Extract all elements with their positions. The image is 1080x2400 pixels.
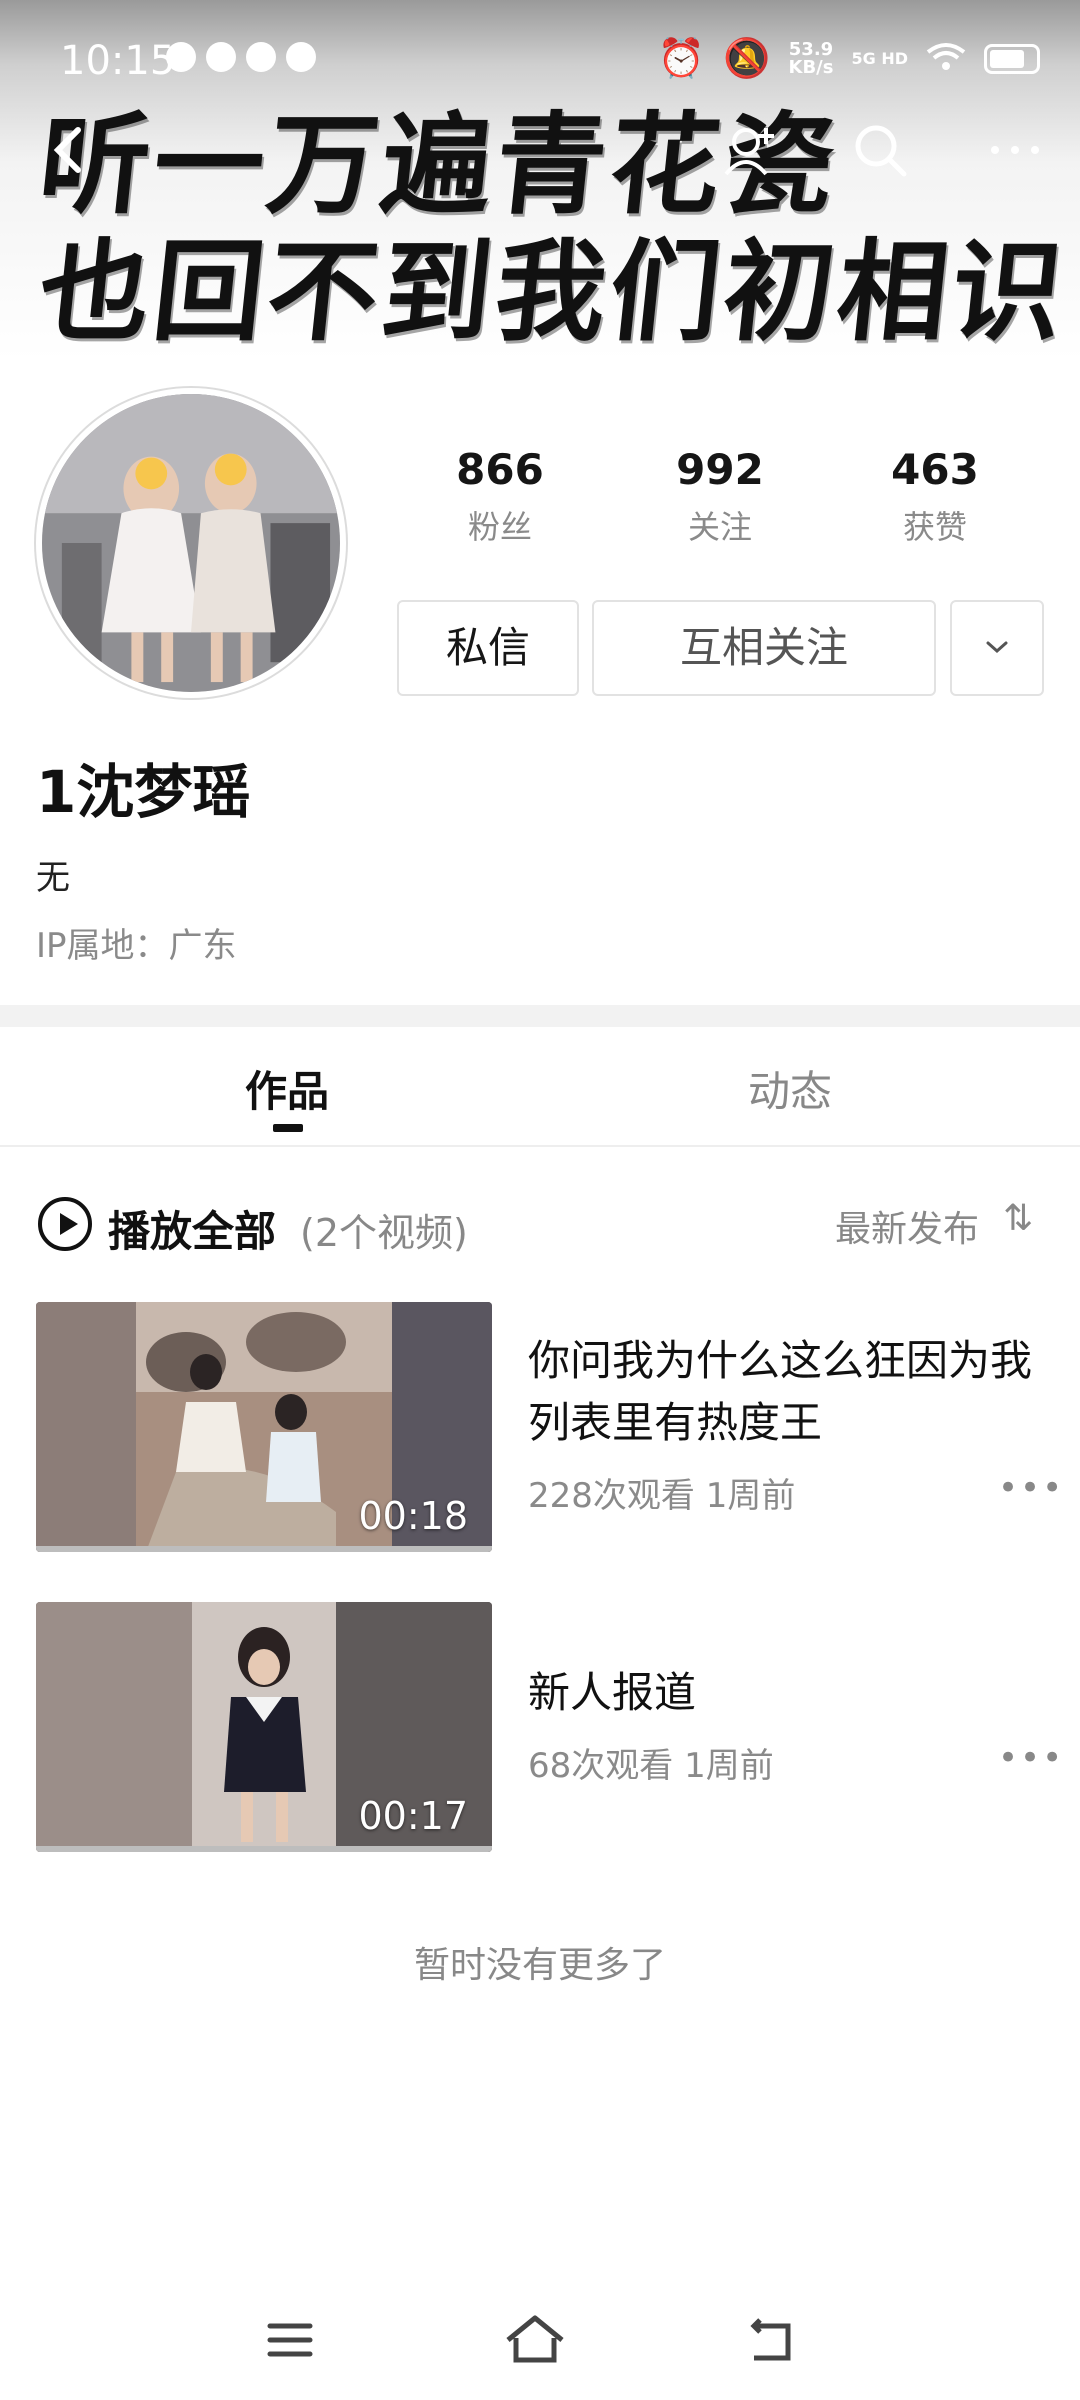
fans-stat[interactable]: 866 粉丝 [425, 445, 575, 548]
network-type: 5G HD [851, 48, 908, 68]
video-title[interactable]: 新人报道 [528, 1662, 1048, 1724]
notification-icons [166, 42, 316, 72]
section-divider [0, 1005, 1080, 1027]
video-more-button[interactable]: ••• [998, 1468, 1064, 1508]
home-button[interactable] [500, 2310, 580, 2370]
fans-label: 粉丝 [467, 508, 532, 546]
message-button[interactable]: 私信 [397, 600, 579, 696]
status-bar: 10:15 ⏰ 🔕 53.9 KB/s 5G HD [0, 0, 1080, 120]
status-time: 10:15 [60, 38, 176, 84]
video-meta: 228次观看 1周前 [528, 1468, 795, 1517]
back-button[interactable] [30, 120, 110, 200]
more-horizontal-icon [991, 146, 1039, 154]
following-label: 关注 [687, 508, 752, 546]
back-icon [750, 2318, 791, 2361]
expand-button[interactable] [950, 600, 1044, 696]
battery-icon [984, 43, 1040, 74]
banner-text-line2: 也回不到我们初相识 [33, 227, 1073, 356]
likes-label: 获赞 [902, 508, 967, 546]
video-more-button[interactable]: ••• [998, 1738, 1064, 1778]
sort-button[interactable]: 最新发布 [835, 1200, 979, 1252]
avatar[interactable] [36, 388, 346, 698]
tab-indicator [273, 1124, 303, 1132]
recent-apps-button[interactable] [260, 2310, 340, 2370]
progress-track [36, 1846, 492, 1852]
bio: 无 [36, 858, 70, 898]
following-count: 992 [676, 445, 764, 494]
network-speed: 53.9 KB/s [788, 38, 834, 78]
chevron-down-icon [986, 641, 1008, 654]
video-count: (2个视频) [300, 1211, 468, 1255]
back-nav-button[interactable] [740, 2310, 820, 2370]
message-notification-icon [206, 42, 236, 72]
video-duration: 00:17 [358, 1794, 468, 1838]
chevron-left-icon [53, 127, 81, 173]
home-icon [506, 2315, 564, 2363]
video-time: 1周前 [705, 1476, 796, 1516]
add-friend-button[interactable] [710, 120, 790, 200]
username: 1沈梦瑶 [36, 758, 251, 826]
mutual-follow-button[interactable]: 互相关注 [592, 600, 936, 696]
video-views: 228次观看 [528, 1476, 695, 1516]
ip-location: IP属地：广东 [36, 926, 237, 966]
progress-track [36, 1546, 492, 1552]
video-views: 68次观看 [528, 1746, 674, 1786]
play-all-button[interactable]: 播放全部 [108, 1198, 276, 1259]
tab-dynamic[interactable]: 动态 [748, 1058, 832, 1119]
likes-count: 463 [891, 445, 979, 494]
sort-order-icon[interactable]: ⇅ [1003, 1198, 1033, 1239]
more-button[interactable] [975, 120, 1055, 200]
no-more-content: 暂时没有更多了 [413, 1945, 666, 1986]
video-title[interactable]: 你问我为什么这么狂因为我列表里有热度王 [528, 1330, 1048, 1454]
status-right: ⏰ 🔕 53.9 KB/s 5G HD [658, 36, 1040, 81]
video-thumbnail[interactable]: 00:17 [36, 1602, 492, 1852]
system-navigation-bar [0, 2290, 1080, 2400]
alarm-icon: ⏰ [657, 36, 706, 80]
app-notification-icon [286, 42, 316, 72]
more-horizontal-icon: ••• [998, 1738, 1065, 1778]
search-icon [855, 125, 907, 177]
tab-works[interactable]: 作品 [245, 1058, 329, 1119]
notification-icon [166, 42, 196, 72]
following-stat[interactable]: 992 关注 [645, 445, 795, 548]
user-share-icon [724, 128, 774, 176]
avatar-photo [42, 394, 340, 692]
video-thumbnail[interactable]: 00:18 [36, 1302, 492, 1552]
mute-icon: 🔕 [723, 36, 771, 80]
wifi-icon [926, 37, 966, 81]
video-time: 1周前 [684, 1746, 774, 1786]
menu-icon [267, 2323, 313, 2357]
tab-divider [0, 1145, 1080, 1147]
wechat-notification-icon [246, 42, 276, 72]
video-duration: 00:18 [358, 1494, 468, 1538]
fans-count: 866 [456, 445, 544, 494]
search-button[interactable] [840, 120, 920, 200]
likes-stat[interactable]: 463 获赞 [860, 445, 1010, 548]
play-circle-icon[interactable] [38, 1197, 92, 1251]
video-meta: 68次观看 1周前 [528, 1738, 774, 1787]
more-horizontal-icon: ••• [998, 1468, 1065, 1508]
